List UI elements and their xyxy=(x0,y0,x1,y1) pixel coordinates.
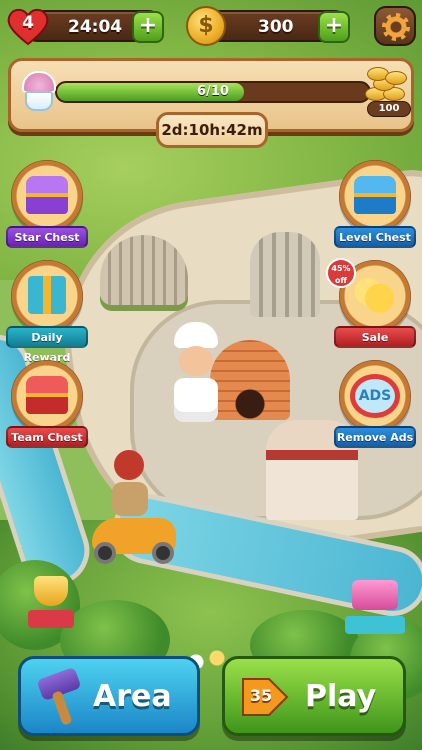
leaderboard-podium-icon[interactable] xyxy=(344,580,406,636)
trophy-icon[interactable] xyxy=(26,576,76,632)
level-chest-icon xyxy=(354,176,396,214)
settings-button[interactable] xyxy=(374,6,416,46)
lives-count: 4 xyxy=(22,13,34,33)
level-chest-button[interactable]: Level Chest xyxy=(334,160,416,254)
life-timer: 24:04 xyxy=(68,17,123,37)
level-number: 35 xyxy=(249,686,273,705)
daily-reward-label: Daily Reward xyxy=(6,326,88,364)
scooter-rider-character xyxy=(92,450,184,564)
reward-amount: 100 xyxy=(367,101,411,117)
team-chest-button[interactable]: Team Chest xyxy=(6,360,88,454)
coin-count: 300 xyxy=(258,17,294,37)
ice-cream-cup-icon xyxy=(19,71,59,115)
gear-icon xyxy=(382,13,410,41)
progress-bar: 6/10 xyxy=(55,81,371,103)
star-chest-button[interactable]: Star Chest xyxy=(6,160,88,254)
gift-box-icon xyxy=(28,276,66,314)
area-button[interactable]: Area xyxy=(18,656,200,736)
area-label: Area xyxy=(93,679,172,714)
level-chest-label: Level Chest xyxy=(334,226,416,248)
sale-label: Sale xyxy=(334,326,416,348)
remove-ads-button[interactable]: ADS Remove Ads xyxy=(334,360,416,454)
sale-discount-badge: 45% off xyxy=(326,258,356,288)
heart-icon: 4 xyxy=(6,6,50,46)
hammer-icon xyxy=(36,666,85,726)
event-countdown: 2d:10h:42m xyxy=(156,112,268,148)
star-chest-icon xyxy=(26,176,68,214)
add-lives-button[interactable]: + xyxy=(132,11,164,43)
top-bar: 24:04 + 4 300 + $ xyxy=(0,6,422,46)
progress-text: 6/10 xyxy=(197,84,229,99)
no-ads-icon: ADS xyxy=(350,374,400,418)
chef-character xyxy=(172,322,220,426)
star-chest-label: Star Chest xyxy=(6,226,88,248)
remove-ads-label: Remove Ads xyxy=(334,426,416,448)
pizza-oven-landmark[interactable] xyxy=(210,340,290,420)
play-arrow-icon: 35 xyxy=(239,675,291,719)
add-coins-button[interactable]: + xyxy=(318,11,350,43)
coins-sale-icon xyxy=(352,274,398,318)
play-label: Play xyxy=(305,679,377,714)
coin-icon: $ xyxy=(186,6,226,46)
play-button[interactable]: 35 Play xyxy=(222,656,406,736)
team-chest-icon xyxy=(26,376,68,414)
daily-reward-button[interactable]: Daily Reward xyxy=(6,260,88,364)
ruins-landmark[interactable] xyxy=(250,232,320,317)
team-chest-label: Team Chest xyxy=(6,426,88,448)
